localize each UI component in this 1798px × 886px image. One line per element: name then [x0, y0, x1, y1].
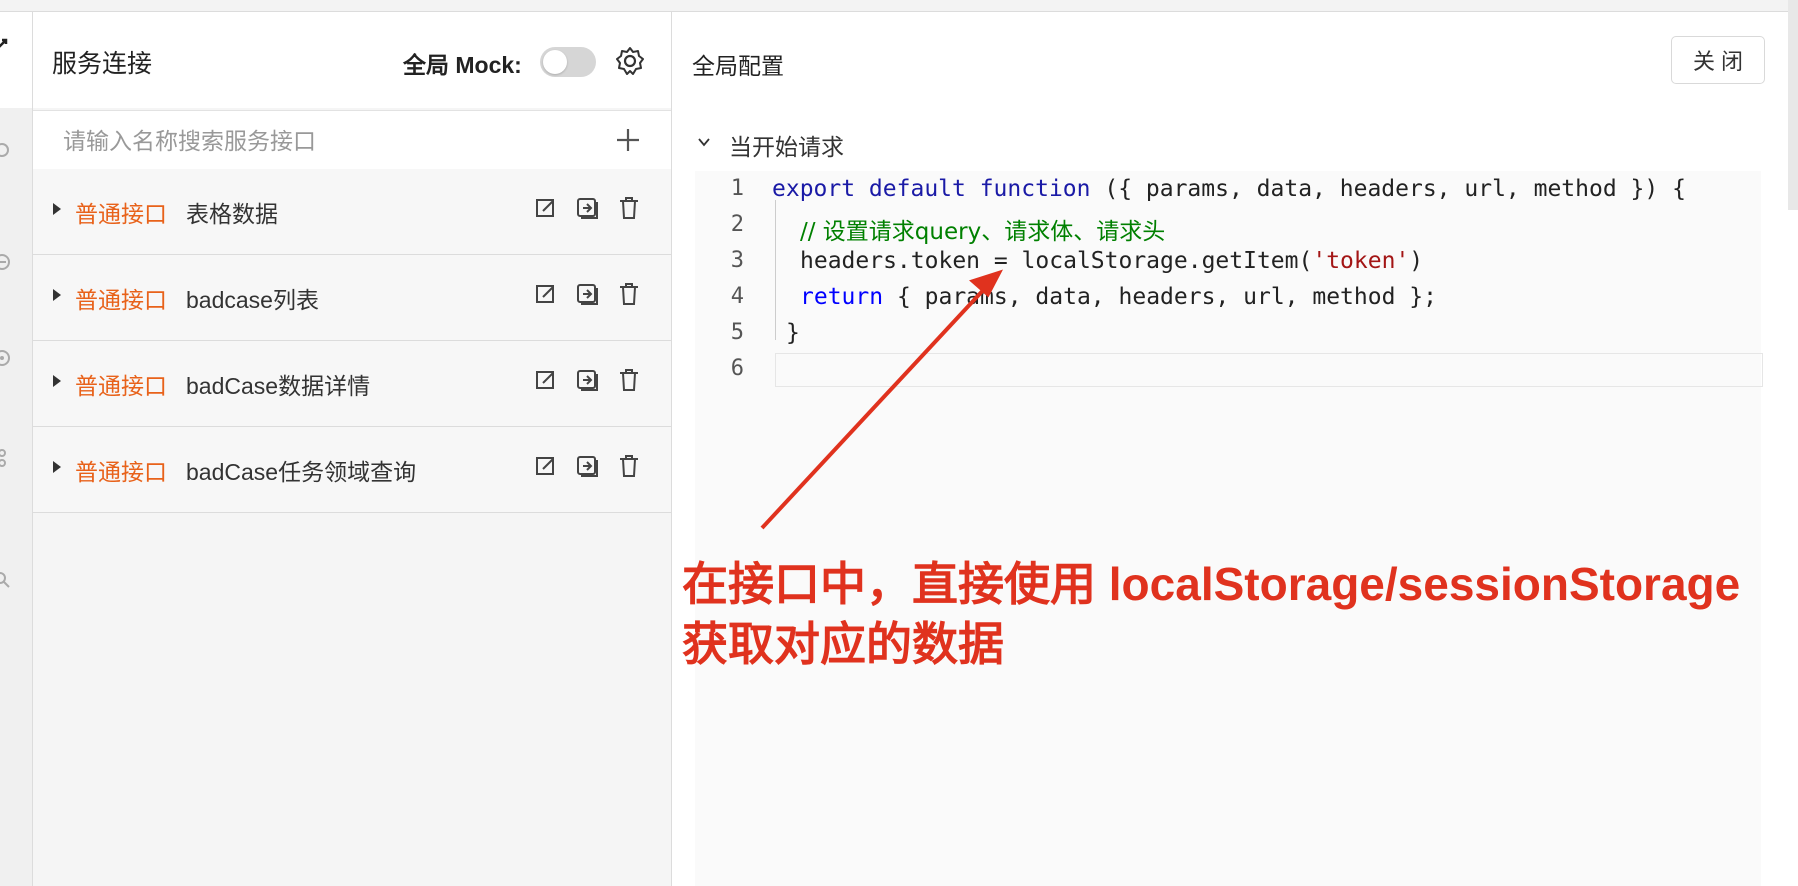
copy-icon[interactable] [574, 453, 600, 479]
partial-icon[interactable] [0, 36, 12, 56]
delete-icon[interactable] [616, 453, 642, 479]
indent-guide [775, 200, 776, 340]
add-icon[interactable] [613, 125, 643, 155]
settings-gear-icon[interactable] [614, 45, 646, 77]
copy-icon[interactable] [574, 195, 600, 221]
interface-row[interactable]: 普通接口 badCase数据详情 [33, 341, 671, 427]
interface-name[interactable]: badcase列表 [186, 281, 319, 315]
line-number: 6 [730, 356, 744, 381]
code-keyword: return [800, 284, 884, 310]
line-number: 5 [730, 320, 744, 345]
code-text: } [786, 320, 800, 346]
delete-icon[interactable] [616, 281, 642, 307]
rail-search-icon[interactable] [0, 570, 12, 590]
code-line-3: headers.token = localStorage.getItem('to… [800, 248, 1423, 274]
chevron-down-icon[interactable] [696, 134, 712, 150]
rail-tree-icon[interactable] [0, 448, 12, 468]
line-number: 1 [730, 176, 744, 201]
global-mock-label: 全局 Mock: [403, 52, 522, 78]
code-text: headers.token = localStorage.getItem( [800, 248, 1313, 274]
rail-component-icon[interactable] [0, 348, 12, 368]
delete-icon[interactable] [616, 195, 642, 221]
code-text: { params, data, headers, url, method }; [883, 284, 1437, 310]
edit-icon[interactable] [533, 453, 559, 479]
copy-icon[interactable] [574, 281, 600, 307]
interface-type-tag: 普通接口 [75, 287, 167, 313]
search-input[interactable] [61, 123, 585, 159]
interface-name[interactable]: badCase任务领域查询 [186, 453, 416, 487]
section-on-request-label[interactable]: 当开始请求 [729, 128, 844, 162]
config-title: 全局配置 [692, 53, 784, 79]
line-number: 4 [730, 284, 744, 309]
interface-row[interactable]: 普通接口 badCase任务领域查询 [33, 427, 671, 513]
edit-icon[interactable] [533, 367, 559, 393]
edit-icon[interactable] [533, 281, 559, 307]
code-line-4: return { params, data, headers, url, met… [800, 284, 1437, 310]
edit-icon[interactable] [533, 195, 559, 221]
code-keyword: export default function [772, 176, 1091, 202]
code-line-1: export default function ({ params, data,… [772, 176, 1686, 202]
interface-type-tag: 普通接口 [75, 459, 167, 485]
interface-type-tag: 普通接口 [75, 373, 167, 399]
code-string: 'token' [1312, 248, 1410, 274]
code-text: ) [1409, 248, 1424, 274]
code-editor[interactable] [695, 171, 1761, 886]
line-number: 2 [730, 212, 744, 237]
rail-circle-icon[interactable] [0, 252, 12, 272]
code-line-5: } [786, 320, 800, 346]
interface-type-tag: 普通接口 [75, 201, 167, 227]
delete-icon[interactable] [616, 367, 642, 393]
code-text: ({ params, data, headers, url, method })… [1090, 176, 1686, 202]
copy-icon[interactable] [574, 367, 600, 393]
search-bar [33, 110, 671, 170]
rail-gear-icon[interactable] [0, 140, 12, 160]
caret-right-icon[interactable] [53, 289, 61, 301]
annotation-text-line2: 获取对应的数据 [682, 618, 1004, 670]
line-number: 3 [730, 248, 744, 273]
interface-row[interactable]: 普通接口 表格数据 [33, 169, 671, 255]
active-line-highlight [775, 353, 1763, 387]
code-comment: // 设置请求query、请求体、请求头 [800, 219, 1166, 245]
code-line-2: // 设置请求query、请求体、请求头 [800, 212, 1165, 246]
left-rail-top [0, 12, 32, 108]
editor-scrollbar[interactable] [1788, 0, 1798, 210]
annotation-text-line1: 在接口中，直接使用 localStorage/sessionStorage [682, 558, 1741, 610]
interface-name[interactable]: 表格数据 [186, 195, 278, 229]
panel-title: 服务连接 [52, 50, 153, 78]
interface-row[interactable]: 普通接口 badcase列表 [33, 255, 671, 341]
caret-right-icon[interactable] [53, 203, 61, 215]
config-header [672, 12, 1798, 108]
toggle-knob [543, 50, 567, 74]
top-strip [0, 0, 1798, 12]
close-button[interactable]: 关闭 [1671, 36, 1765, 84]
caret-right-icon[interactable] [53, 461, 61, 473]
caret-right-icon[interactable] [53, 375, 61, 387]
interface-name[interactable]: badCase数据详情 [186, 367, 370, 401]
